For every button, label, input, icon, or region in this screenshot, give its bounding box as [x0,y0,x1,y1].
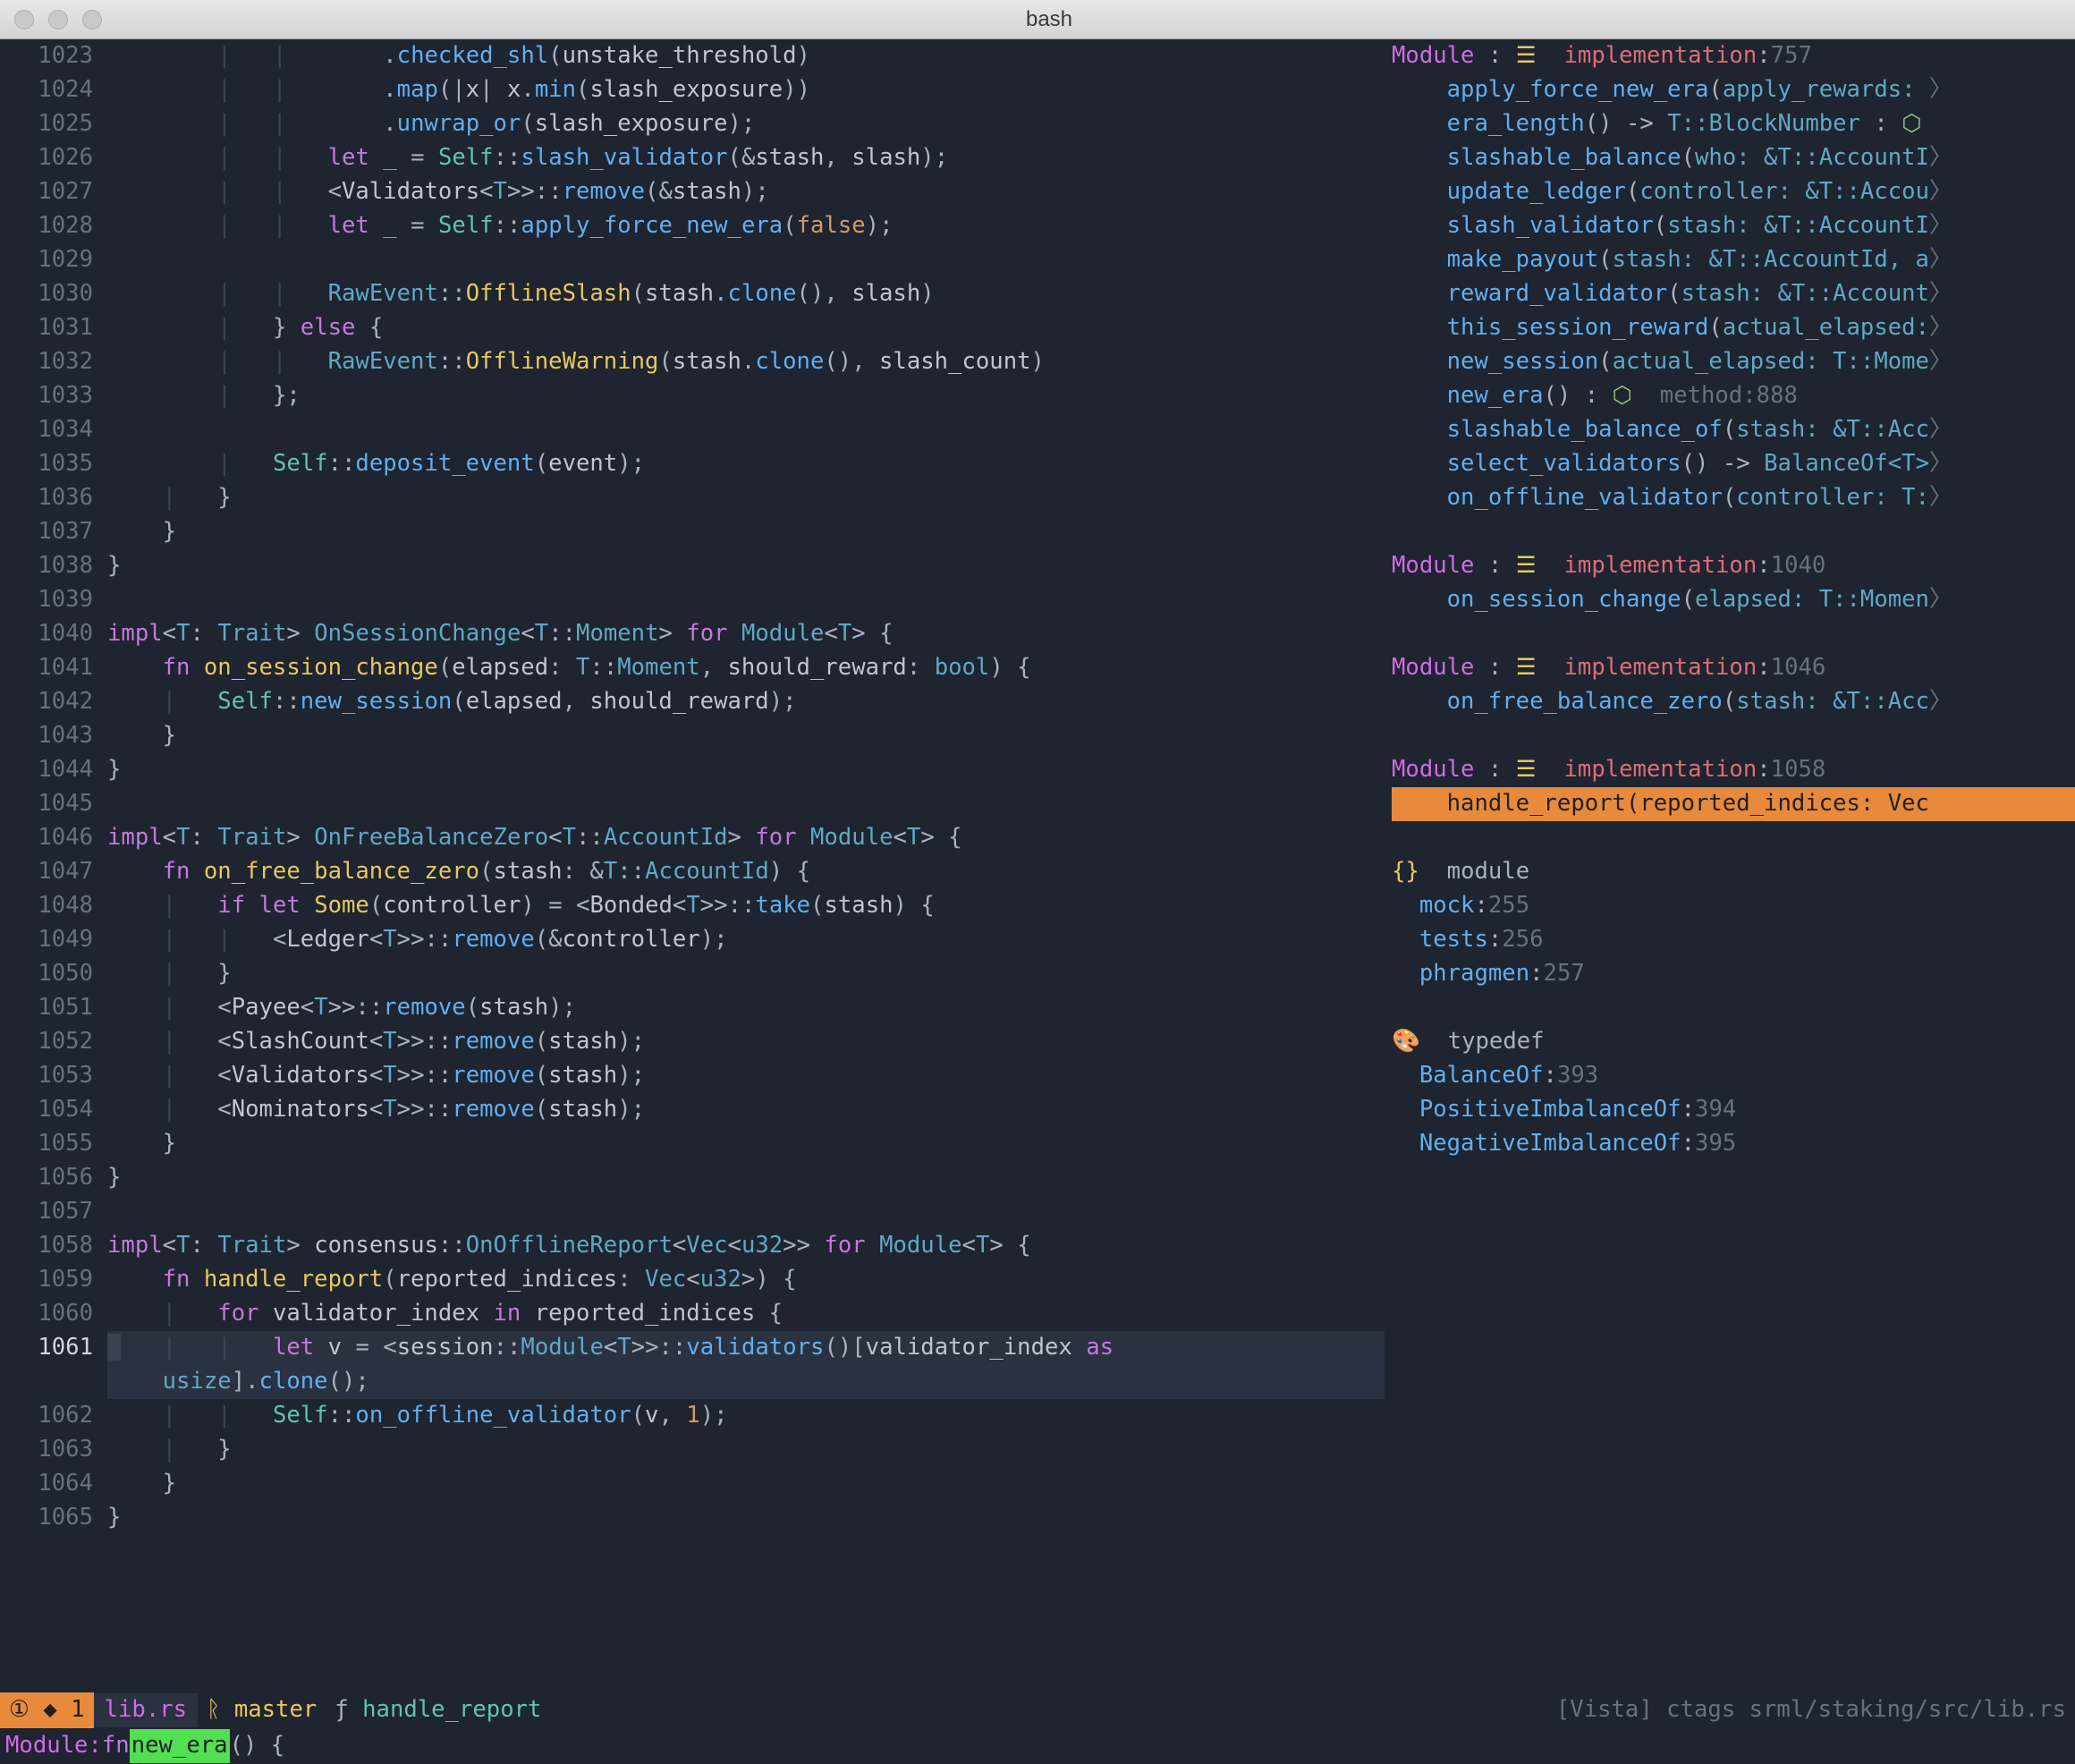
breadcrumb-scope: Module: [5,1729,102,1763]
status-filename: lib.rs [94,1693,198,1727]
outline-item[interactable]: era_length() -> T::BlockNumber : ⬡ [1392,107,2075,141]
current-function: ƒ handle_report [326,1693,550,1727]
window-title: bash [102,4,1996,36]
outline-item[interactable]: new_session(actual_elapsed: T::Mome〉 [1392,345,2075,379]
outline-item[interactable]: on_session_change(elapsed: T::Momen〉 [1392,583,2075,617]
outline-item[interactable]: make_payout(stash: &T::AccountId, a〉 [1392,243,2075,277]
outline-item[interactable]: slash_validator(stash: &T::AccountI〉 [1392,209,2075,243]
outline-item[interactable]: apply_force_new_era(apply_rewards: 〉 [1392,73,2075,107]
close-icon[interactable] [14,10,34,30]
outline-item[interactable]: slashable_balance(who: &T::AccountI〉 [1392,141,2075,175]
editor-area: 1023102410251026102710281029103010311032… [0,39,2075,1692]
outline-item[interactable]: this_session_reward(actual_elapsed:〉 [1392,311,2075,345]
outline-item[interactable]: BalanceOf:393 [1392,1059,2075,1093]
code-editor[interactable]: | | .checked_shl(unstake_threshold) | | … [107,39,1385,1692]
breadcrumb-kw: fn [102,1729,130,1763]
outline-header[interactable]: Module : ☰ implementation:1046 [1392,651,2075,685]
breadcrumb-symbol: new_era [130,1729,230,1763]
outline-header[interactable]: 🎨 typedef [1392,1025,2075,1059]
outline-header[interactable]: Module : ☰ implementation:1040 [1392,549,2075,583]
outline-item[interactable]: NegativeImbalanceOf:395 [1392,1127,2075,1161]
outline-item[interactable]: tests:256 [1392,923,2075,957]
outline-item[interactable]: reward_validator(stash: &T::Account〉 [1392,277,2075,311]
zoom-icon[interactable] [82,10,102,30]
breadcrumb-bar: Module: fn new_era () { [0,1728,2075,1764]
status-right: [Vista] ctags srml/staking/src/lib.rs [1556,1693,2075,1727]
function-icon: ƒ [335,1696,348,1723]
line-number-gutter: 1023102410251026102710281029103010311032… [0,39,107,1692]
outline-item[interactable]: on_offline_validator(controller: T:〉 [1392,481,2075,515]
status-badge: ① ◆ 1 [0,1692,94,1728]
outline-item[interactable]: new_era() : ⬡ method:888 [1392,379,2075,413]
status-bar: ① ◆ 1 lib.rs ᚱ master ƒ handle_report [V… [0,1692,2075,1728]
outline-panel[interactable]: Module : ☰ implementation:757 apply_forc… [1385,39,2075,1692]
outline-item[interactable]: mock:255 [1392,889,2075,923]
outline-item[interactable]: on_free_balance_zero(stash: &T::Acc〉 [1392,685,2075,719]
window-titlebar: bash [0,0,2075,39]
branch-icon: ᚱ [207,1696,220,1723]
outline-item[interactable]: handle_report(reported_indices: Vec [1392,787,2075,821]
outline-item[interactable]: slashable_balance_of(stash: &T::Acc〉 [1392,413,2075,447]
outline-item[interactable]: select_validators() -> BalanceOf<T>〉 [1392,447,2075,481]
outline-header[interactable]: {} module [1392,855,2075,889]
traffic-lights [14,10,102,30]
outline-item[interactable]: phragmen:257 [1392,957,2075,991]
outline-header[interactable]: Module : ☰ implementation:757 [1392,39,2075,73]
outline-item[interactable]: PositiveImbalanceOf:394 [1392,1093,2075,1127]
breadcrumb-suffix: () { [230,1729,285,1763]
git-branch: ᚱ master [198,1693,326,1727]
minimize-icon[interactable] [48,10,68,30]
outline-header[interactable]: Module : ☰ implementation:1058 [1392,753,2075,787]
outline-item[interactable]: update_ledger(controller: &T::Accou〉 [1392,175,2075,209]
